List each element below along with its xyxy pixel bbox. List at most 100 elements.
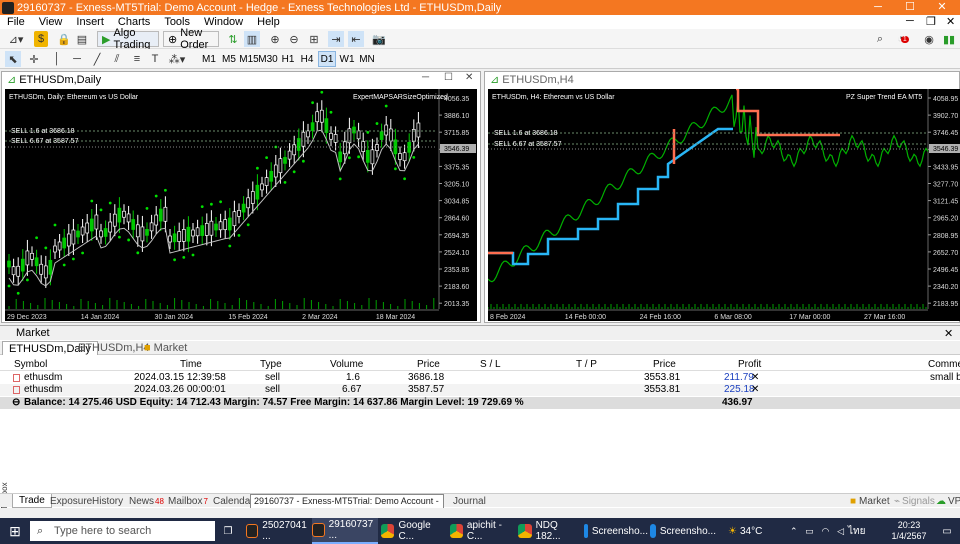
trendline-icon[interactable]: ╱ xyxy=(90,51,104,67)
minimize-button[interactable]: ─ xyxy=(862,0,894,15)
col-price[interactable]: Price xyxy=(417,359,440,370)
summary-toggle-icon[interactable]: ⊖ xyxy=(12,397,20,408)
auto-scroll-icon[interactable]: ⇥ xyxy=(328,31,344,47)
taskbar-search-input[interactable]: ⌕ Type here to search xyxy=(30,521,215,541)
taskbar-item-mt5-2[interactable]: 29160737 ... xyxy=(312,518,378,544)
doc-restore-button[interactable]: ❐ xyxy=(926,15,936,28)
notifications-icon[interactable]: ◔1 xyxy=(895,31,911,47)
search-icon[interactable]: ⌕ xyxy=(873,31,887,47)
tf-m1[interactable]: M1 xyxy=(200,51,218,67)
weather-sun-icon: ☀ xyxy=(728,525,737,537)
account-icon[interactable]: ◉ xyxy=(922,31,936,47)
taskbar-item-chrome-1[interactable]: Google C... xyxy=(381,518,447,544)
screenshot-icon[interactable]: 📷 xyxy=(371,31,387,47)
tf-w1[interactable]: W1 xyxy=(338,51,356,67)
signals-link[interactable]: ⌁ Signals xyxy=(894,494,935,508)
maximize-button[interactable]: ☐ xyxy=(894,0,926,15)
taskbar-item-chrome-3[interactable]: NDQ 182... xyxy=(518,518,584,544)
col-profit[interactable]: Profit xyxy=(738,359,761,370)
tab-journal[interactable]: Journal xyxy=(453,494,486,508)
language-indicator[interactable]: ไทย xyxy=(848,518,872,544)
taskbar-item-screenshot-1[interactable]: Screensho... xyxy=(584,518,648,544)
col-current-price[interactable]: Price xyxy=(653,359,676,370)
menu-file[interactable]: File xyxy=(0,16,32,28)
tf-h4[interactable]: H4 xyxy=(298,51,316,67)
shapes-icon[interactable]: ⁂▾ xyxy=(166,51,188,67)
notification-center-icon[interactable]: ▭ xyxy=(938,518,956,544)
cursor-icon[interactable]: ⬉ xyxy=(5,51,21,67)
channel-icon[interactable]: ⫽ xyxy=(110,51,124,67)
tf-mn[interactable]: MN xyxy=(358,51,376,67)
doc-minimize-button[interactable]: ─ xyxy=(906,15,914,27)
toolbox-tabs: Trade Exposure History News 48 Mailbox 7 C… xyxy=(0,493,960,508)
fibonacci-icon[interactable]: ≡ xyxy=(130,51,144,67)
menu-help[interactable]: Help xyxy=(250,16,287,28)
text-icon[interactable]: T xyxy=(150,51,160,67)
tab-history[interactable]: History xyxy=(92,494,123,508)
chart-canvas-daily[interactable]: 29 Dec 2023 14 Jan 2024 30 Jan 2024 15 Feb … xyxy=(5,89,477,321)
col-time[interactable]: Time xyxy=(180,359,202,370)
tile-windows-icon[interactable]: ⊞ xyxy=(306,31,322,47)
tf-d1[interactable]: D1 xyxy=(318,51,336,67)
drawing-toolbar: ⬉ ✛ │ ─ ╱ ⫽ ≡ T ⁂▾ M1 M5 M15 M30 H1 H4 D… xyxy=(0,49,960,69)
col-type[interactable]: Type xyxy=(260,359,282,370)
chart-shift-end-icon[interactable]: ⇤ xyxy=(348,31,364,47)
profiles-icon[interactable]: $ xyxy=(34,31,48,47)
chart-close-button[interactable]: ✕ xyxy=(465,72,473,83)
new-order-button[interactable]: ⊕ New Order xyxy=(163,27,219,51)
col-volume[interactable]: Volume xyxy=(330,359,363,370)
close-position-icon[interactable]: ✕ xyxy=(751,384,759,395)
tab-mailbox[interactable]: Mailbox 7 xyxy=(168,494,208,508)
menu-insert[interactable]: Insert xyxy=(69,16,111,28)
tf-m15[interactable]: M15 xyxy=(239,51,258,67)
tf-m5[interactable]: M5 xyxy=(220,51,238,67)
tf-m30[interactable]: M30 xyxy=(258,51,277,67)
weather-widget[interactable]: ☀ 34°C xyxy=(728,518,772,544)
tab-market[interactable]: ■ Market xyxy=(138,341,193,355)
system-tray-icons[interactable]: ⌃ ▭ ◠ ◁ xyxy=(790,518,844,544)
chart-minimize-button[interactable]: ─ xyxy=(422,72,429,83)
new-chart-icon[interactable]: ⊿▾ xyxy=(5,31,27,47)
price-chart-daily[interactable]: 29 Dec 2023 14 Jan 2024 30 Jan 2024 15 Feb … xyxy=(5,89,477,321)
chart-shift-icon[interactable]: ⇅ xyxy=(226,31,240,47)
tab-news[interactable]: News 48 xyxy=(129,494,164,508)
taskbar-item-chrome-2[interactable]: apichit - C... xyxy=(450,518,516,544)
tf-h1[interactable]: H1 xyxy=(279,51,297,67)
date-axis-label: 30 Jan 2024 xyxy=(155,314,194,321)
windows-start-icon[interactable]: ⊞ xyxy=(4,518,26,544)
close-position-icon[interactable]: ✕ xyxy=(751,372,759,383)
col-symbol[interactable]: Symbol xyxy=(14,359,47,370)
col-tp[interactable]: T / P xyxy=(576,359,597,370)
bar-chart-icon[interactable]: ▥ xyxy=(244,31,260,47)
task-view-icon[interactable]: ❐ xyxy=(220,518,236,544)
col-comment[interactable]: Comment xyxy=(928,359,960,370)
table-row[interactable]: ethusdm 2024.03.26 00:00:01 sell 6.67 35… xyxy=(0,384,960,396)
close-button[interactable]: ✕ xyxy=(926,0,958,15)
horizontal-line-icon[interactable]: ─ xyxy=(70,51,84,67)
market-link[interactable]: ■ Market xyxy=(850,494,890,508)
table-row[interactable]: ethusdm 2024.03.15 12:39:58 sell 1.6 368… xyxy=(0,372,960,384)
vertical-line-icon[interactable]: │ xyxy=(52,51,62,67)
price-chart-h4[interactable]: 8 Feb 2024 14 Feb 00:00 24 Feb 16:00 6 Mar … xyxy=(488,89,960,321)
market-watch-icon[interactable]: ▤ xyxy=(75,31,89,47)
crosshair-icon[interactable]: ✛ xyxy=(27,51,41,67)
menu-view[interactable]: View xyxy=(32,16,70,28)
tab-trade[interactable]: Trade xyxy=(12,494,52,508)
doc-close-button[interactable]: ✕ xyxy=(946,15,955,28)
zoom-out-icon[interactable]: ⊖ xyxy=(287,31,301,47)
lock-icon[interactable]: 🔒 xyxy=(57,31,71,47)
tab-calendar[interactable]: Calendar xyxy=(213,494,254,508)
chart-window-h4[interactable]: ⊿ ETHUSDm,H4 8 Feb 2024 14 Feb 00:00 24 Fe… xyxy=(484,71,960,323)
chart-canvas-h4[interactable]: 8 Feb 2024 14 Feb 00:00 24 Feb 16:00 6 Mar … xyxy=(488,89,960,321)
chart-window-daily[interactable]: ⊿ ETHUSDm,Daily ─ ☐ ✕ 29 Dec 2023 14 Jan … xyxy=(1,71,481,323)
vps-link[interactable]: ☁VPS xyxy=(936,494,960,508)
panel-close-button[interactable]: ✕ xyxy=(944,327,953,340)
zoom-in-icon[interactable]: ⊕ xyxy=(268,31,282,47)
tab-exposure[interactable]: Exposure xyxy=(50,494,92,508)
algo-trading-button[interactable]: ▶ Algo Trading xyxy=(97,27,159,51)
taskbar-item-mt5-1[interactable]: 25027041 ... xyxy=(246,518,310,544)
clock[interactable]: 20:23 1/4/2567 xyxy=(884,518,934,544)
col-sl[interactable]: S / L xyxy=(480,359,501,370)
chart-maximize-button[interactable]: ☐ xyxy=(444,72,453,83)
taskbar-item-screenshot-2[interactable]: Screensho... xyxy=(650,518,716,544)
